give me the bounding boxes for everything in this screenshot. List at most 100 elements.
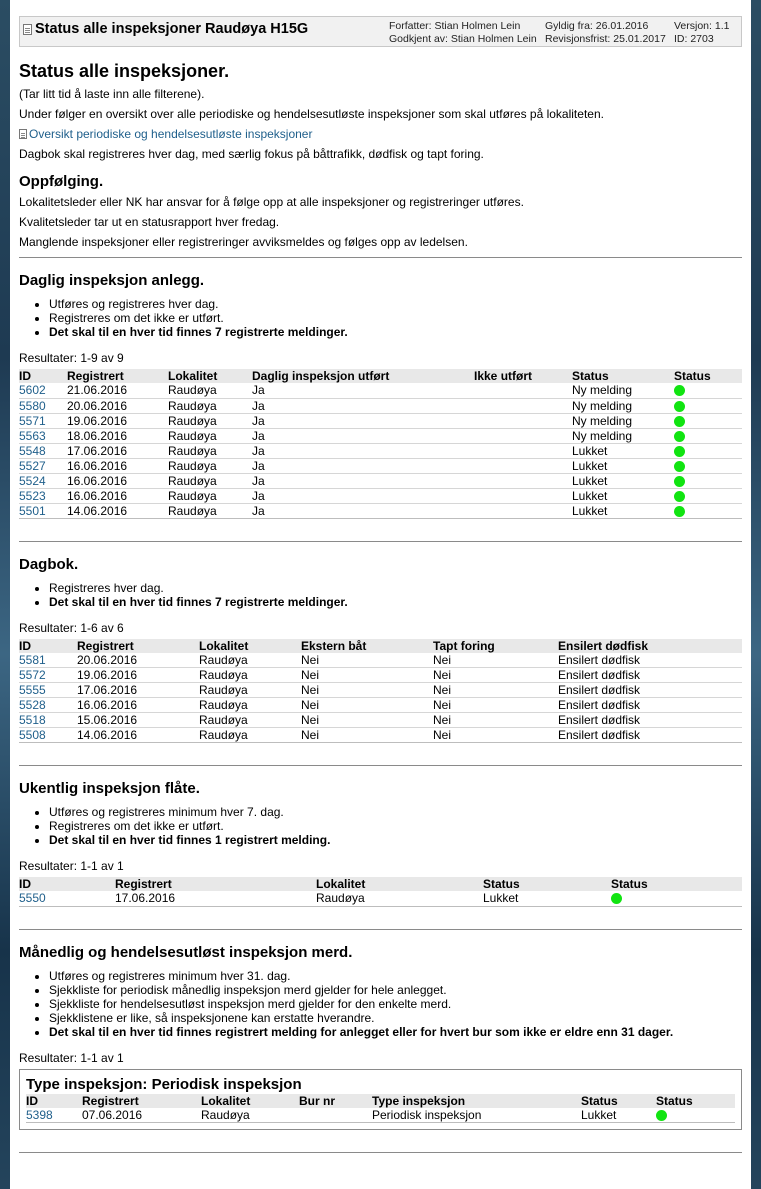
table-row: 5527 16.06.2016 Raudøya Ja Lukket bbox=[19, 458, 742, 474]
record-link[interactable]: 5571 bbox=[19, 414, 46, 428]
record-id-cell[interactable]: 5602 bbox=[19, 383, 67, 399]
table-cell: 16.06.2016 bbox=[77, 697, 199, 713]
column-header[interactable]: Registrert bbox=[67, 369, 168, 383]
followup-heading: Oppfølging. bbox=[19, 173, 104, 190]
list-item: Utføres og registreres minimum hver 31. … bbox=[49, 969, 742, 983]
status-dot-icon bbox=[674, 430, 685, 442]
record-link[interactable]: 5550 bbox=[19, 891, 46, 905]
diary-note: Dagbok skal registreres hver dag, med sæ… bbox=[19, 147, 484, 161]
list-item: Registreres om det ikke er utført. bbox=[49, 819, 742, 833]
table-cell: Raudøya bbox=[201, 1107, 299, 1123]
record-link[interactable]: 5508 bbox=[19, 728, 46, 742]
column-header[interactable]: Tapt foring bbox=[433, 638, 558, 653]
table-cell: Raudøya bbox=[199, 712, 301, 728]
column-header[interactable]: Lokalitet bbox=[168, 369, 252, 383]
record-link[interactable]: 5523 bbox=[19, 489, 46, 503]
record-link[interactable]: 5563 bbox=[19, 429, 46, 443]
column-header[interactable]: ID bbox=[19, 369, 67, 383]
record-id-cell[interactable]: 5528 bbox=[19, 697, 77, 713]
overview-link[interactable]: Oversikt periodiske og hendelsesutløste … bbox=[29, 127, 312, 141]
column-header[interactable]: Status bbox=[611, 877, 742, 891]
record-link[interactable]: 5524 bbox=[19, 474, 46, 488]
record-link[interactable]: 5528 bbox=[19, 698, 46, 712]
record-id-cell[interactable]: 5548 bbox=[19, 443, 67, 459]
column-header[interactable]: Bur nr bbox=[299, 1093, 372, 1108]
document-icon bbox=[23, 24, 32, 35]
table-cell: 16.06.2016 bbox=[67, 488, 168, 504]
table-cell: Ny melding bbox=[572, 428, 674, 444]
divider bbox=[19, 540, 742, 542]
record-link[interactable]: 5501 bbox=[19, 504, 46, 518]
record-id-cell[interactable]: 5524 bbox=[19, 473, 67, 489]
document-icon bbox=[19, 129, 27, 139]
document-id: ID: 2703 bbox=[674, 33, 714, 45]
record-id-cell[interactable]: 5508 bbox=[19, 727, 77, 743]
record-link[interactable]: 5518 bbox=[19, 713, 46, 727]
record-link[interactable]: 5581 bbox=[19, 653, 46, 667]
table-cell: Nei bbox=[301, 712, 433, 728]
table-row: 5572 19.06.2016 Raudøya Nei Nei Ensilert dødf… bbox=[19, 667, 742, 683]
table-row: 5501 14.06.2016 Raudøya Ja Lukket bbox=[19, 503, 742, 519]
record-id-cell[interactable]: 5555 bbox=[19, 682, 77, 698]
record-id-cell[interactable]: 5563 bbox=[19, 428, 67, 444]
table-cell: 17.06.2016 bbox=[115, 891, 316, 907]
record-id-cell[interactable]: 5571 bbox=[19, 413, 67, 429]
record-id-cell[interactable]: 5527 bbox=[19, 458, 67, 474]
revision-deadline: Revisjonsfrist: 25.01.2017 bbox=[545, 33, 666, 45]
column-header[interactable]: Lokalitet bbox=[316, 877, 483, 891]
record-link[interactable]: 5602 bbox=[19, 383, 46, 397]
table-cell: Periodisk inspeksjon bbox=[372, 1107, 581, 1123]
column-header[interactable]: Status bbox=[674, 369, 742, 383]
column-header[interactable]: Type inspeksjon bbox=[372, 1093, 581, 1108]
column-header[interactable]: Lokalitet bbox=[199, 638, 301, 653]
record-link[interactable]: 5398 bbox=[26, 1108, 53, 1122]
table-cell: 15.06.2016 bbox=[77, 712, 199, 728]
table-cell: Ensilert dødfisk bbox=[558, 652, 742, 668]
table-row: 5523 16.06.2016 Raudøya Ja Lukket bbox=[19, 488, 742, 504]
column-header[interactable]: Ikke utført bbox=[474, 369, 572, 383]
table-cell: Lukket bbox=[572, 443, 674, 459]
approved-by: Godkjent av: Stian Holmen Lein bbox=[389, 33, 537, 45]
column-header[interactable]: ID bbox=[19, 638, 77, 653]
record-id-cell[interactable]: 5501 bbox=[19, 503, 67, 519]
record-id-cell[interactable]: 5580 bbox=[19, 398, 67, 414]
column-header[interactable]: Status bbox=[581, 1093, 656, 1108]
table-cell: Lukket bbox=[572, 473, 674, 489]
table-cell: Ny melding bbox=[572, 413, 674, 429]
status-indicator-cell bbox=[674, 413, 742, 429]
record-id-cell[interactable]: 5518 bbox=[19, 712, 77, 728]
table-cell: Nei bbox=[433, 712, 558, 728]
record-link[interactable]: 5572 bbox=[19, 668, 46, 682]
column-header[interactable]: Ensilert dødfisk bbox=[558, 638, 742, 653]
record-link[interactable]: 5580 bbox=[19, 399, 46, 413]
table-cell: Raudøya bbox=[316, 891, 483, 907]
column-header[interactable]: ID bbox=[19, 877, 115, 891]
daily-heading: Daglig inspeksjon anlegg. bbox=[19, 272, 205, 289]
record-id-cell[interactable]: 5523 bbox=[19, 488, 67, 504]
column-header[interactable]: Registrert bbox=[82, 1093, 201, 1108]
table-cell: Raudøya bbox=[168, 443, 252, 459]
column-header[interactable]: Ekstern båt bbox=[301, 638, 433, 653]
table-cell bbox=[474, 398, 572, 414]
column-header[interactable]: Registrert bbox=[115, 877, 316, 891]
record-link[interactable]: 5527 bbox=[19, 459, 46, 473]
table-cell: Raudøya bbox=[168, 413, 252, 429]
column-header[interactable]: ID bbox=[26, 1093, 82, 1108]
column-header[interactable]: Lokalitet bbox=[201, 1093, 299, 1108]
column-header[interactable]: Status bbox=[572, 369, 674, 383]
table-cell: 17.06.2016 bbox=[77, 682, 199, 698]
record-link[interactable]: 5548 bbox=[19, 444, 46, 458]
record-id-cell[interactable]: 5398 bbox=[26, 1107, 82, 1123]
column-header[interactable]: Status bbox=[483, 877, 611, 891]
column-header[interactable]: Status bbox=[656, 1093, 735, 1108]
record-id-cell[interactable]: 5550 bbox=[19, 891, 115, 907]
list-item: Det skal til en hver tid finnes 7 regist… bbox=[49, 325, 742, 339]
record-id-cell[interactable]: 5581 bbox=[19, 652, 77, 668]
column-header[interactable]: Registrert bbox=[77, 638, 199, 653]
column-header[interactable]: Daglig inspeksjon utført bbox=[252, 369, 474, 383]
record-link[interactable]: 5555 bbox=[19, 683, 46, 697]
table-cell: Raudøya bbox=[168, 488, 252, 504]
record-id-cell[interactable]: 5572 bbox=[19, 667, 77, 683]
table-cell: 18.06.2016 bbox=[67, 428, 168, 444]
status-dot-icon bbox=[674, 475, 685, 487]
